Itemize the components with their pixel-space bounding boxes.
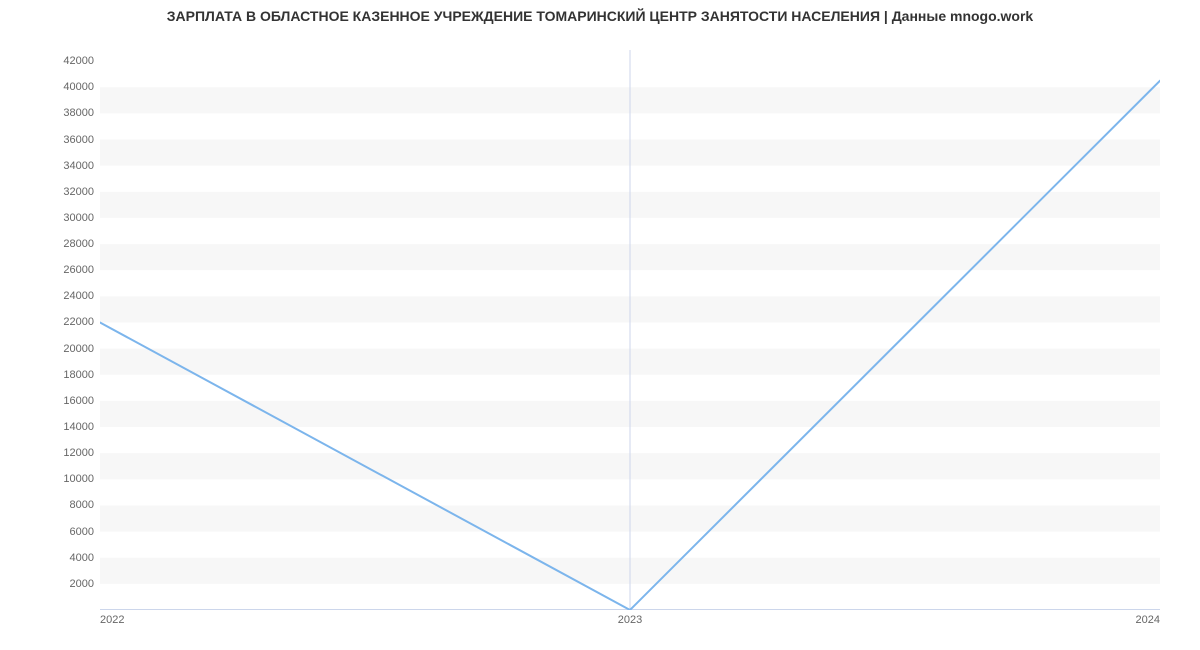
y-tick-label: 8000: [70, 499, 94, 511]
y-tick-label: 26000: [63, 264, 94, 276]
y-tick-label: 12000: [63, 447, 94, 459]
y-tick-label: 34000: [63, 160, 94, 172]
y-tick-label: 20000: [63, 343, 94, 355]
y-tick-label: 30000: [63, 212, 94, 224]
y-tick-label: 32000: [63, 186, 94, 198]
y-tick-label: 6000: [70, 526, 94, 538]
y-tick-label: 14000: [63, 421, 94, 433]
y-tick-label: 38000: [63, 107, 94, 119]
y-tick-label: 42000: [63, 55, 94, 67]
y-tick-label: 18000: [63, 369, 94, 381]
plot-area: [100, 50, 1160, 610]
chart-svg: [100, 50, 1160, 610]
chart-container: ЗАРПЛАТА В ОБЛАСТНОЕ КАЗЕННОЕ УЧРЕЖДЕНИЕ…: [0, 0, 1200, 650]
y-tick-label: 36000: [63, 134, 94, 146]
chart-title: ЗАРПЛАТА В ОБЛАСТНОЕ КАЗЕННОЕ УЧРЕЖДЕНИЕ…: [0, 8, 1200, 24]
y-tick-label: 22000: [63, 316, 94, 328]
x-tick-label: 2023: [618, 614, 642, 626]
y-tick-label: 4000: [70, 552, 94, 564]
x-tick-label: 2022: [100, 614, 124, 626]
y-tick-label: 24000: [63, 290, 94, 302]
x-tick-label: 2024: [1136, 614, 1160, 626]
y-tick-label: 16000: [63, 395, 94, 407]
y-tick-label: 40000: [63, 81, 94, 93]
y-tick-label: 28000: [63, 238, 94, 250]
y-tick-label: 10000: [63, 473, 94, 485]
y-tick-label: 2000: [70, 578, 94, 590]
